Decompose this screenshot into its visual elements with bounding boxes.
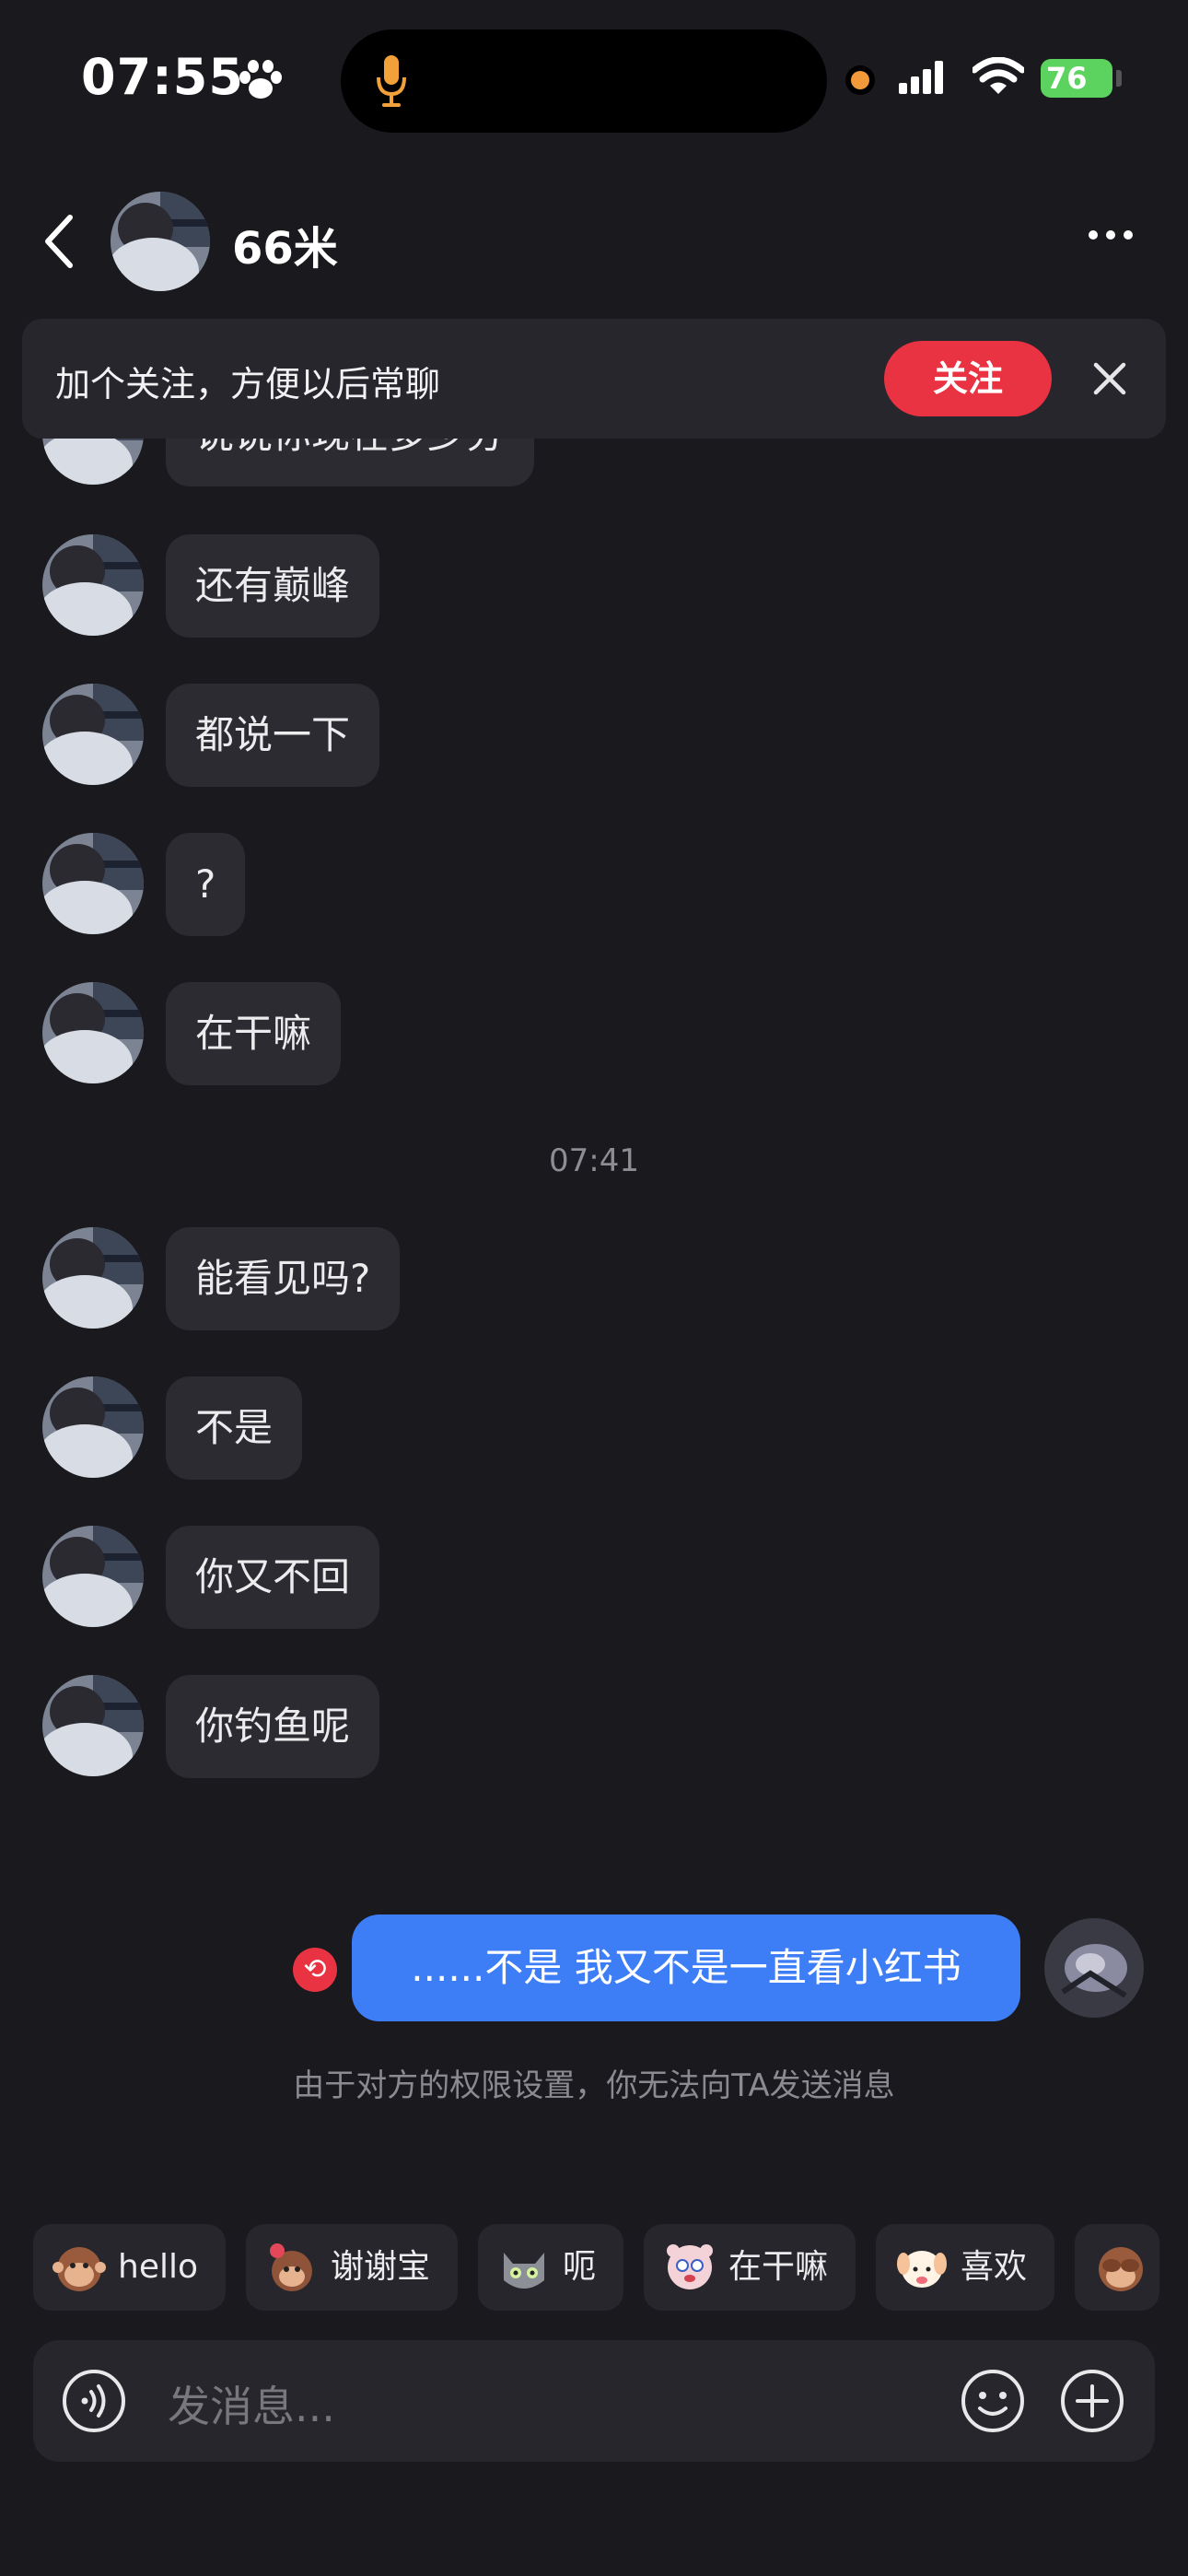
microphone-icon — [377, 55, 406, 107]
battery-level: 76 — [1046, 61, 1088, 96]
message-bubble[interactable]: 你又不回 — [166, 1526, 380, 1629]
cat-sticker-icon — [504, 2253, 545, 2289]
my-avatar[interactable] — [1044, 1918, 1144, 2018]
message-bubble[interactable]: 你钓鱼呢 — [166, 1675, 380, 1778]
message-bubble[interactable]: 在干嘛 — [166, 982, 342, 1085]
monkey-flower-sticker-icon — [270, 2243, 312, 2291]
sender-avatar[interactable] — [42, 534, 144, 636]
follow-banner: 加个关注，方便以后常聊 关注 — [22, 319, 1166, 439]
quick-reply-label: 在干嘛 — [728, 2248, 829, 2286]
message-bubble[interactable]: 还有巅峰 — [166, 534, 380, 638]
back-arrow-icon[interactable] — [41, 212, 77, 271]
message-input-bar: 发消息... — [33, 2340, 1155, 2462]
more-options-icon[interactable] — [1087, 228, 1135, 241]
quick-reply-label: hello — [118, 2248, 198, 2286]
quick-reply-chip[interactable] — [1075, 2224, 1160, 2311]
battery-cap — [1116, 70, 1122, 87]
message-bubble[interactable]: ? — [166, 833, 246, 936]
sender-avatar[interactable] — [42, 982, 144, 1083]
sender-avatar[interactable] — [42, 1675, 144, 1776]
privacy-indicator — [851, 71, 869, 89]
status-bar: 07:55 76 — [0, 0, 1188, 157]
dog-sticker-icon — [897, 2251, 948, 2288]
message-timestamp: 07:41 — [549, 1142, 639, 1179]
message-input[interactable]: 发消息... — [168, 2373, 335, 2434]
dynamic-island — [341, 29, 827, 133]
quick-reply-chip[interactable]: 呃 — [478, 2224, 624, 2311]
permission-notice: 由于对方的权限设置，你无法向TA发送消息 — [293, 2067, 895, 2104]
quick-reply-label: 喜欢 — [961, 2248, 1028, 2286]
contact-avatar[interactable] — [111, 192, 210, 291]
sender-avatar[interactable] — [42, 1526, 144, 1627]
follow-banner-text: 加个关注，方便以后常聊 — [55, 364, 441, 404]
cellular-signal-icon — [899, 61, 943, 94]
sender-avatar[interactable] — [42, 833, 144, 934]
emoji-icon[interactable] — [960, 2368, 1026, 2434]
follow-button[interactable]: 关注 — [884, 341, 1052, 416]
resend-icon[interactable]: ⟲ — [293, 1948, 337, 1992]
chat-header: 66米 — [0, 175, 1188, 304]
sender-avatar[interactable] — [42, 1376, 144, 1478]
quick-reply-label: 谢谢宝 — [331, 2248, 431, 2286]
monkey-sticker-icon — [52, 2247, 106, 2291]
paw-icon — [239, 60, 282, 99]
quick-reply-chip[interactable]: 喜欢 — [876, 2224, 1055, 2311]
wifi-icon — [973, 57, 1024, 94]
sender-avatar[interactable] — [42, 684, 144, 785]
quick-reply-chip[interactable]: 谢谢宝 — [246, 2224, 459, 2311]
sender-avatar[interactable] — [42, 1227, 144, 1329]
my-message-bubble[interactable]: ......不是 我又不是一直看小红书 — [352, 1914, 1020, 2021]
voice-input-icon[interactable] — [61, 2368, 127, 2434]
status-time: 07:55 — [81, 48, 244, 106]
contact-name: 66米 — [232, 223, 338, 275]
message-bubble[interactable]: 能看见吗? — [166, 1227, 401, 1330]
close-icon[interactable] — [1090, 359, 1129, 398]
message-bubble[interactable]: 不是 — [166, 1376, 303, 1480]
bear-sticker-icon — [667, 2244, 714, 2289]
quick-reply-bar: hello 谢谢宝 呃 在干嘛 喜欢 — [33, 2224, 1188, 2311]
quick-reply-chip[interactable]: 在干嘛 — [644, 2224, 856, 2311]
message-bubble[interactable]: 都说一下 — [166, 684, 380, 787]
monkey-cover-eyes-sticker-icon — [1099, 2247, 1144, 2291]
battery-indicator: 76 — [1041, 59, 1112, 98]
plus-icon[interactable] — [1059, 2368, 1125, 2434]
quick-reply-label: 呃 — [563, 2248, 597, 2286]
quick-reply-chip[interactable]: hello — [33, 2224, 226, 2311]
